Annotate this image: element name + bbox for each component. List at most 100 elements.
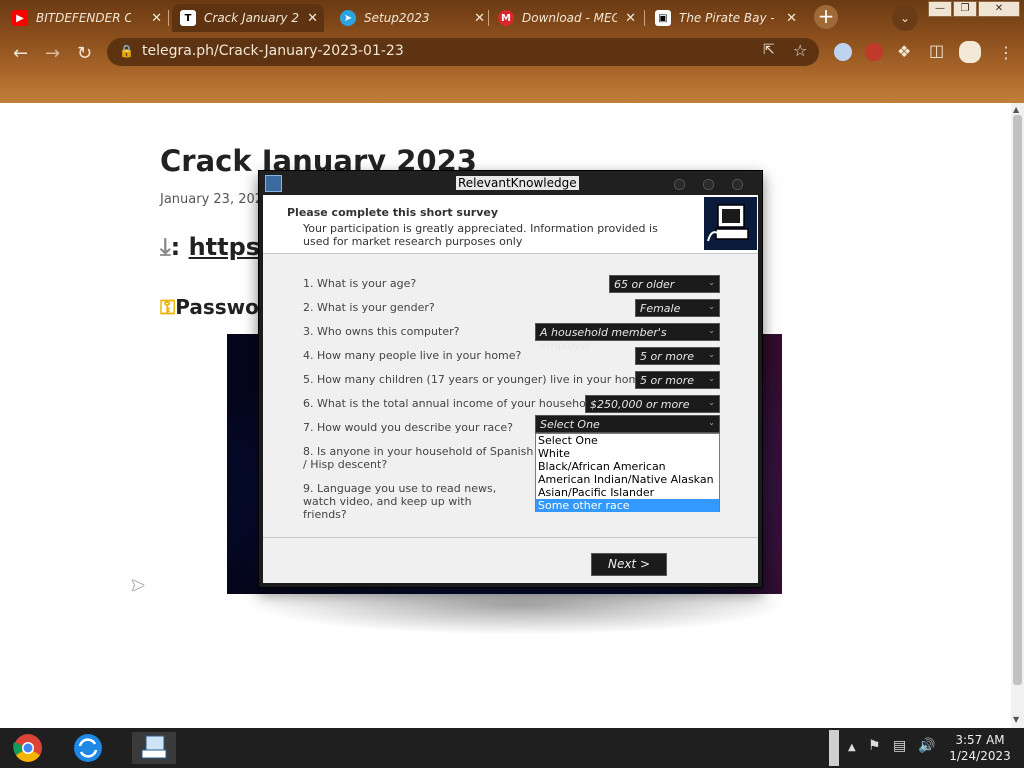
question-age: 1. What is your age? bbox=[303, 277, 417, 290]
url-text[interactable]: telegra.ph/Crack-January-2023-01-23 bbox=[142, 43, 404, 59]
race-option-white[interactable]: White bbox=[536, 447, 719, 460]
race-option-select-one[interactable]: Select One bbox=[536, 434, 719, 447]
bookmark-star-icon[interactable]: ☆ bbox=[793, 41, 807, 60]
dialog-titlebar[interactable]: RelevantKnowledge bbox=[259, 171, 762, 195]
minimize-button[interactable]: — bbox=[928, 1, 952, 17]
key-icon: ⚿ bbox=[160, 295, 176, 319]
tab-crack-january[interactable]: T Crack January 20 ✕ bbox=[172, 4, 324, 32]
restore-button[interactable]: ❐ bbox=[953, 1, 977, 17]
tab-bitdefender[interactable]: ▶ BITDEFENDER C ✕ bbox=[12, 4, 162, 32]
sync-taskbar-icon[interactable] bbox=[66, 732, 110, 764]
people-select[interactable]: 5 or more ⌄ bbox=[635, 347, 720, 365]
telegram-icon: ➤ bbox=[340, 10, 356, 26]
puzzle-extensions-icon[interactable]: ❖ bbox=[897, 42, 911, 61]
chevron-down-icon: ⌄ bbox=[708, 350, 715, 359]
close-window-button[interactable]: ✕ bbox=[978, 1, 1020, 17]
race-option-asian[interactable]: Asian/Pacific Islander bbox=[536, 486, 719, 499]
extension-icon[interactable] bbox=[834, 43, 852, 61]
tray-scrollbar[interactable] bbox=[829, 730, 839, 766]
chevron-down-icon: ⌄ bbox=[708, 418, 715, 427]
scroll-down-icon[interactable]: ▼ bbox=[1013, 715, 1019, 724]
profile-avatar-icon[interactable] bbox=[959, 41, 981, 63]
race-select[interactable]: Select One ⌄ bbox=[535, 415, 720, 433]
profile-extension-icon[interactable] bbox=[865, 43, 883, 61]
race-option-american-indian[interactable]: American Indian/Native Alaskan bbox=[536, 473, 719, 486]
mega-icon: M bbox=[498, 10, 514, 26]
close-tab-icon[interactable]: ✕ bbox=[786, 11, 797, 26]
scrollbar-thumb[interactable] bbox=[1013, 115, 1022, 685]
download-line: ⤓: https bbox=[160, 233, 261, 261]
taskbar-clock[interactable]: 3:57 AM 1/24/2023 bbox=[940, 732, 1020, 764]
dialog-body: Please complete this short survey Your p… bbox=[263, 195, 758, 583]
address-bar[interactable]: 🔒 telegra.ph/Crack-January-2023-01-23 ⇱ … bbox=[107, 38, 819, 66]
download-link[interactable]: https bbox=[189, 233, 261, 261]
clock-time: 3:57 AM bbox=[955, 733, 1005, 747]
tab-pirate-bay[interactable]: ▣ The Pirate Bay - ✕ bbox=[655, 4, 797, 32]
lock-icon[interactable]: 🔒 bbox=[119, 44, 134, 58]
network-icon[interactable]: ▤ bbox=[893, 738, 906, 754]
chrome-taskbar-icon[interactable] bbox=[6, 732, 50, 764]
race-dropdown-list[interactable]: Select One White Black/African American … bbox=[535, 433, 720, 512]
dialog-close-button[interactable] bbox=[732, 179, 743, 190]
volume-icon[interactable]: 🔊 bbox=[918, 738, 935, 754]
youtube-icon: ▶ bbox=[12, 10, 28, 26]
owner-select[interactable]: A household member's employer ⌄ bbox=[535, 323, 720, 352]
close-tab-icon[interactable]: ✕ bbox=[307, 11, 318, 26]
chevron-down-icon: ⌄ bbox=[708, 398, 715, 407]
question-race: 7. How would you describe your race? bbox=[303, 421, 513, 434]
new-tab-button[interactable]: + bbox=[814, 5, 838, 29]
survey-heading: Please complete this short survey bbox=[287, 206, 499, 219]
show-hidden-icons[interactable]: ▲ bbox=[848, 742, 856, 753]
flag-icon[interactable]: ⚑ bbox=[868, 738, 881, 754]
children-select[interactable]: 5 or more ⌄ bbox=[635, 371, 720, 389]
app-icon bbox=[265, 175, 282, 192]
monitor-icon: ▣ bbox=[655, 10, 671, 26]
menu-kebab-icon[interactable]: ⋮ bbox=[998, 43, 1014, 62]
close-tab-icon[interactable]: ✕ bbox=[474, 11, 485, 26]
chevron-down-icon: ⌄ bbox=[708, 302, 715, 311]
chevron-down-icon: ⌄ bbox=[708, 326, 715, 335]
page-scrollbar[interactable]: ▲ ▼ bbox=[1011, 103, 1024, 728]
article-date: January 23, 2023 bbox=[160, 192, 272, 207]
question-people: 4. How many people live in your home? bbox=[303, 349, 522, 362]
dialog-title: RelevantKnowledge bbox=[456, 176, 579, 190]
dialog-header: Please complete this short survey Your p… bbox=[263, 195, 758, 254]
question-gender: 2. What is your gender? bbox=[303, 301, 435, 314]
question-language: 9. Language you use to read news, watch … bbox=[303, 482, 497, 521]
telegraph-icon: T bbox=[180, 10, 196, 26]
survey-dialog: RelevantKnowledge Please complete this s… bbox=[258, 170, 763, 588]
tab-search-button[interactable]: ⌄ bbox=[892, 5, 918, 31]
share-icon[interactable]: ⇱ bbox=[763, 42, 775, 58]
computer-logo-icon bbox=[704, 197, 757, 250]
clock-date: 1/24/2023 bbox=[949, 749, 1011, 763]
scroll-up-icon[interactable]: ▲ bbox=[1013, 105, 1019, 114]
tab-setup2023[interactable]: ➤ Setup2023 ✕ bbox=[340, 4, 485, 32]
gender-select[interactable]: Female ⌄ bbox=[635, 299, 720, 317]
side-panel-icon[interactable]: ◫ bbox=[929, 41, 944, 60]
race-option-black[interactable]: Black/African American bbox=[536, 460, 719, 473]
chevron-down-icon: ⌄ bbox=[708, 374, 715, 383]
chevron-down-icon: ⌄ bbox=[708, 278, 715, 287]
mouse-cursor-icon: ➤ bbox=[130, 575, 146, 596]
tab-mega[interactable]: M Download - MEGA ✕ bbox=[498, 4, 636, 32]
back-button[interactable]: ← bbox=[13, 43, 28, 64]
reload-button[interactable]: ↻ bbox=[77, 43, 92, 64]
close-tab-icon[interactable]: ✕ bbox=[625, 11, 636, 26]
question-owner: 3. Who owns this computer? bbox=[303, 325, 460, 338]
relevantknowledge-taskbar-icon[interactable] bbox=[132, 732, 176, 764]
race-option-other[interactable]: Some other race bbox=[536, 499, 719, 512]
dialog-minimize-button[interactable] bbox=[674, 179, 685, 190]
question-hispanic: 8. Is anyone in your household of Spanis… bbox=[303, 445, 534, 471]
forward-button[interactable]: → bbox=[45, 43, 60, 64]
close-tab-icon[interactable]: ✕ bbox=[151, 11, 162, 26]
question-income: 6. What is the total annual income of yo… bbox=[303, 397, 602, 410]
dialog-maximize-button[interactable] bbox=[703, 179, 714, 190]
income-select[interactable]: $250,000 or more ⌄ bbox=[585, 395, 720, 413]
password-line: ⚿Passwo bbox=[160, 295, 259, 319]
age-select[interactable]: 65 or older ⌄ bbox=[609, 275, 720, 293]
survey-subheading: Your participation is greatly appreciate… bbox=[303, 222, 658, 248]
question-children: 5. How many children (17 years or younge… bbox=[303, 373, 652, 386]
tab-strip: ▶ BITDEFENDER C ✕ T Crack January 20 ✕ ➤… bbox=[0, 0, 1024, 34]
next-button[interactable]: Next > bbox=[591, 553, 667, 576]
download-icon: ⤓ bbox=[160, 233, 171, 261]
